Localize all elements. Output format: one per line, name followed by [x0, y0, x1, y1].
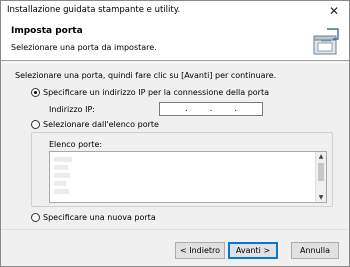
window-title: Installazione guidata stampante e utilit… [7, 5, 181, 15]
port-listbox[interactable]: ▲ ▼ [49, 151, 327, 203]
header-divider [1, 62, 349, 63]
wizard-header: Imposta porta Selezionare una porta da i… [1, 21, 349, 61]
title-bar: Installazione guidata stampante e utilit… [1, 1, 349, 21]
cancel-button[interactable]: Annulla [291, 242, 339, 259]
radio-ip-address-label: Specificare un indirizzo IP per la conne… [43, 88, 270, 97]
next-button[interactable]: Avanti > [228, 242, 278, 259]
page-title: Imposta porta [11, 26, 83, 36]
radio-port-list[interactable]: Selezionare dall'elenco porte [31, 120, 159, 129]
list-scrollbar[interactable]: ▲ ▼ [315, 152, 326, 202]
ip-octet-separator: . [209, 103, 213, 114]
instruction-text: Selezionare una porta, quindi fare clic … [15, 71, 277, 80]
list-item[interactable] [54, 157, 72, 162]
footer-divider [1, 229, 349, 230]
list-item[interactable] [54, 165, 68, 170]
radio-port-list-label: Selezionare dall'elenco porte [43, 120, 159, 129]
radio-button[interactable] [31, 213, 40, 222]
back-button[interactable]: < Indietro [175, 242, 225, 259]
printer-port-icon [313, 28, 339, 55]
installer-window: Installazione guidata stampante e utilit… [0, 0, 350, 267]
list-item[interactable] [54, 173, 70, 178]
port-list-label: Elenco porte: [49, 140, 103, 149]
list-item[interactable] [54, 181, 66, 186]
radio-button[interactable] [31, 120, 40, 129]
ip-octet-separator: . [184, 103, 188, 114]
radio-new-port-label: Specificare una nuova porta [43, 213, 156, 222]
ip-octet-separator: . [234, 103, 238, 114]
page-subtitle: Selezionare una porta da impostare. [11, 43, 157, 52]
scroll-down-icon[interactable]: ▼ [316, 193, 326, 202]
radio-ip-address[interactable]: Specificare un indirizzo IP per la conne… [31, 88, 269, 97]
radio-button-checked[interactable] [31, 88, 40, 97]
ip-address-field[interactable]: . . . [159, 102, 263, 116]
radio-new-port[interactable]: Specificare una nuova porta [31, 213, 156, 222]
close-button[interactable]: ✕ [319, 1, 349, 21]
ip-address-label: Indirizzo IP: [49, 105, 95, 114]
scroll-thumb[interactable] [318, 163, 324, 181]
list-item[interactable] [54, 189, 69, 194]
scroll-up-icon[interactable]: ▲ [316, 152, 326, 161]
